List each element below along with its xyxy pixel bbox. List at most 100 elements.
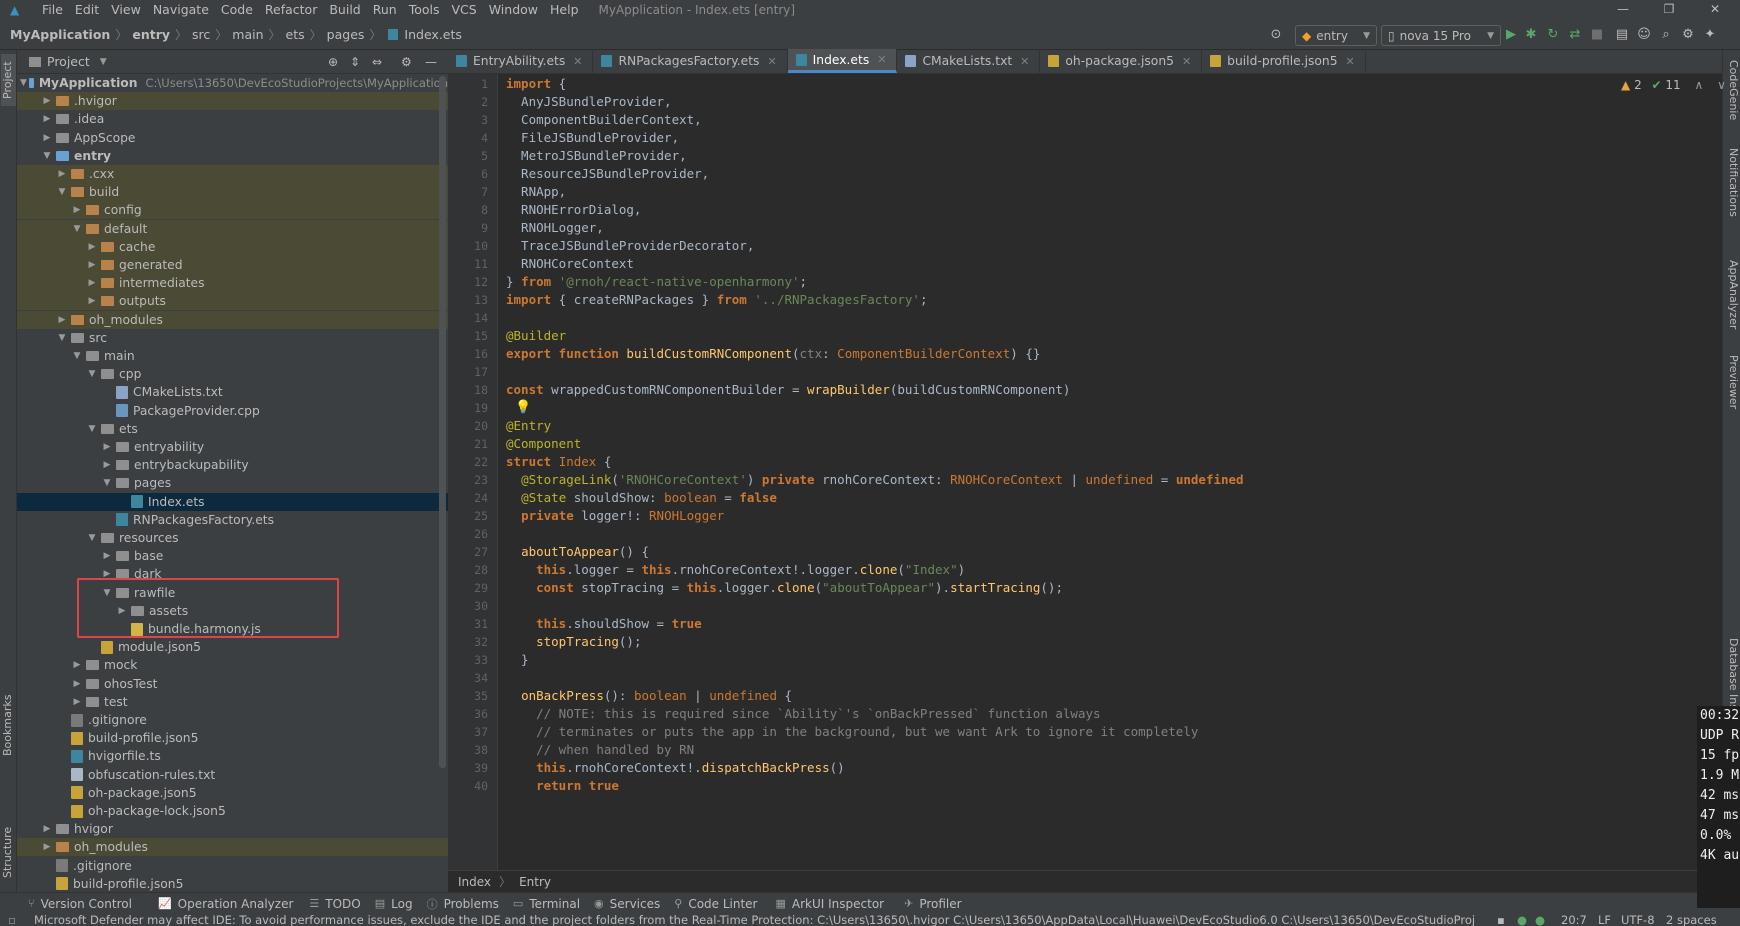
status-message[interactable]: Microsoft Defender may affect IDE: To av… <box>34 914 1474 926</box>
inspection-widget[interactable]: ▲ 2 ✔ 11 ∧ ∨ <box>1621 78 1726 92</box>
hide-panel-icon[interactable]: — <box>425 55 437 69</box>
tree-item[interactable]: ▼ ets <box>17 420 448 438</box>
chevron-down-icon[interactable]: ▼ <box>55 333 69 343</box>
chevron-up-icon[interactable]: ∧ <box>1695 78 1704 92</box>
tree-item[interactable]: ▼ src <box>17 329 448 347</box>
crumb-module[interactable]: entry <box>130 27 172 42</box>
chevron-down-icon[interactable]: ∨ <box>1717 78 1726 92</box>
previewer-tool-tab[interactable]: Previewer <box>1725 355 1740 430</box>
tree-item[interactable]: ▶ hvigor <box>17 820 448 838</box>
codegenie-tool-tab[interactable]: CodeGenie <box>1725 60 1740 140</box>
gear-icon[interactable]: ⚙ <box>401 55 412 69</box>
tree-item[interactable]: ▶ config <box>17 201 448 220</box>
chevron-right-icon[interactable]: ▶ <box>40 96 54 106</box>
menu-vcs[interactable]: VCS <box>446 2 483 17</box>
tree-item[interactable]: ▶ base <box>17 547 448 565</box>
chevron-right-icon[interactable]: ▶ <box>85 278 99 288</box>
search-icon[interactable]: ⌕ <box>1656 25 1676 45</box>
locate-icon[interactable]: ⊕ <box>328 55 338 69</box>
target-icon[interactable]: ⊙ <box>1266 25 1286 45</box>
chevron-right-icon[interactable]: ▶ <box>40 842 54 852</box>
crumb-ets[interactable]: ets <box>284 27 307 42</box>
crumb-src[interactable]: src <box>190 27 212 42</box>
chevron-down-icon[interactable]: ▼ <box>85 369 99 379</box>
tree-item[interactable]: PackageProvider.cpp <box>17 402 448 420</box>
crumb-pages[interactable]: pages <box>325 27 367 42</box>
editor-tab[interactable]: Index.ets ✕ <box>787 49 898 73</box>
tree-item[interactable]: ▼ resources <box>17 529 448 547</box>
chevron-right-icon[interactable]: ▶ <box>70 205 84 215</box>
close-tab-icon[interactable]: ✕ <box>1020 55 1029 68</box>
menu-refactor[interactable]: Refactor <box>259 2 323 17</box>
collapse-all-icon[interactable]: ⇔ <box>372 55 382 69</box>
line-separator[interactable]: LF <box>1598 914 1611 926</box>
crumb-project[interactable]: MyApplication <box>8 27 112 42</box>
debug-icon[interactable]: ✱ <box>1521 25 1541 45</box>
expand-all-icon[interactable]: ⇕ <box>350 55 360 69</box>
bookmarks-tool-tab[interactable]: Bookmarks <box>1 690 16 760</box>
minimize-icon[interactable]: — <box>1600 0 1646 19</box>
tool-operation-analyzer[interactable]: 📈 Operation Analyzer <box>158 897 293 911</box>
tree-item[interactable]: oh-package-lock.json5 <box>17 802 448 820</box>
tree-item[interactable]: .gitignore <box>17 857 448 875</box>
caret-position[interactable]: 20:7 <box>1561 914 1587 926</box>
menu-run[interactable]: Run <box>367 2 403 17</box>
chevron-right-icon[interactable]: ▶ <box>85 260 99 270</box>
run-config-select[interactable]: ◆ entry ▼ <box>1295 25 1377 46</box>
appanalyzer-tool-tab[interactable]: AppAnalyzer <box>1725 260 1740 350</box>
chevron-right-icon[interactable]: ▶ <box>55 315 69 325</box>
chevron-right-icon[interactable]: ▶ <box>100 442 114 452</box>
chevron-right-icon[interactable]: ▶ <box>40 824 54 834</box>
tree-item[interactable]: ▶ oh_modules <box>17 310 448 329</box>
chevron-down-icon[interactable]: ▼ <box>85 533 99 543</box>
close-tab-icon[interactable]: ✕ <box>573 55 582 68</box>
tree-item[interactable]: ▶ intermediates <box>17 274 448 293</box>
indent-setting[interactable]: 2 spaces <box>1666 914 1717 926</box>
tree-item[interactable]: ▼ default <box>17 219 448 238</box>
chevron-right-icon[interactable]: ▶ <box>85 296 99 306</box>
settings-icon[interactable]: ⚙ <box>1678 25 1698 45</box>
crumb-file[interactable]: Index.ets <box>402 27 464 42</box>
tool-profiler[interactable]: ✈ Profiler <box>904 897 961 911</box>
chevron-right-icon[interactable]: ▶ <box>100 551 114 561</box>
chevron-right-icon[interactable]: ▶ <box>100 460 114 470</box>
structure-tool-tab[interactable]: Structure <box>1 820 16 884</box>
chevron-right-icon[interactable]: ▶ <box>70 660 84 670</box>
attach-debugger-icon[interactable]: ⇄ <box>1565 25 1585 45</box>
tool-problems[interactable]: ⓘ Problems <box>427 896 499 912</box>
tree-item[interactable]: ▼ entry <box>17 147 448 165</box>
tree-item[interactable]: ▶ generated <box>17 256 448 274</box>
chevron-down-icon[interactable]: ▼ <box>100 57 107 67</box>
chevron-right-icon[interactable]: ▶ <box>40 114 54 124</box>
tree-item[interactable]: oh-package.json5 <box>17 784 448 802</box>
menu-file[interactable]: File <box>36 2 69 17</box>
tree-item[interactable]: ▶ ohosTest <box>17 675 448 693</box>
chevron-right-icon[interactable]: ▶ <box>85 242 99 252</box>
close-icon[interactable]: ✕ <box>1692 0 1738 19</box>
tree-item[interactable]: ▼ pages <box>17 474 448 492</box>
crumb-main[interactable]: main <box>230 27 265 42</box>
chevron-down-icon[interactable]: ▼ <box>70 224 84 234</box>
device-manager-icon[interactable]: ▤ <box>1612 25 1632 45</box>
chevron-down-icon[interactable]: ▼ <box>40 151 54 161</box>
device-select[interactable]: ▯ nova 15 Pro ▼ <box>1381 25 1501 46</box>
tree-item[interactable]: ▼ cpp <box>17 365 448 383</box>
tree-item[interactable]: build-profile.json5 <box>17 875 448 893</box>
menu-help[interactable]: Help <box>544 2 585 17</box>
chevron-down-icon[interactable]: ▼ <box>85 424 99 434</box>
codegenie-icon[interactable]: ✦ <box>1700 25 1720 45</box>
tool-log[interactable]: ▤ Log <box>375 897 413 911</box>
tree-item[interactable]: ▶ test <box>17 693 448 711</box>
apply-changes-icon[interactable]: ↻ <box>1543 25 1563 45</box>
tree-item[interactable]: ▼ MyApplication C:\Users\13650\DevEcoStudi… <box>17 74 448 92</box>
editor-tab[interactable]: build-profile.json5 ✕ <box>1202 49 1366 73</box>
editor-tab[interactable]: EntryAbility.ets ✕ <box>448 49 594 73</box>
tree-item[interactable]: ▶ AppScope <box>17 129 448 147</box>
tree-item[interactable]: hvigorfile.ts <box>17 747 448 765</box>
tool-terminal[interactable]: ▭ Terminal <box>513 897 580 911</box>
tree-item[interactable]: ▼ build <box>17 183 448 202</box>
tree-item[interactable]: CMakeLists.txt <box>17 383 448 401</box>
tool-code-linter[interactable]: ⚲ Code Linter <box>674 897 757 911</box>
tree-item[interactable]: ▶ entryability <box>17 438 448 456</box>
account-icon[interactable]: ☺ <box>1634 25 1654 45</box>
